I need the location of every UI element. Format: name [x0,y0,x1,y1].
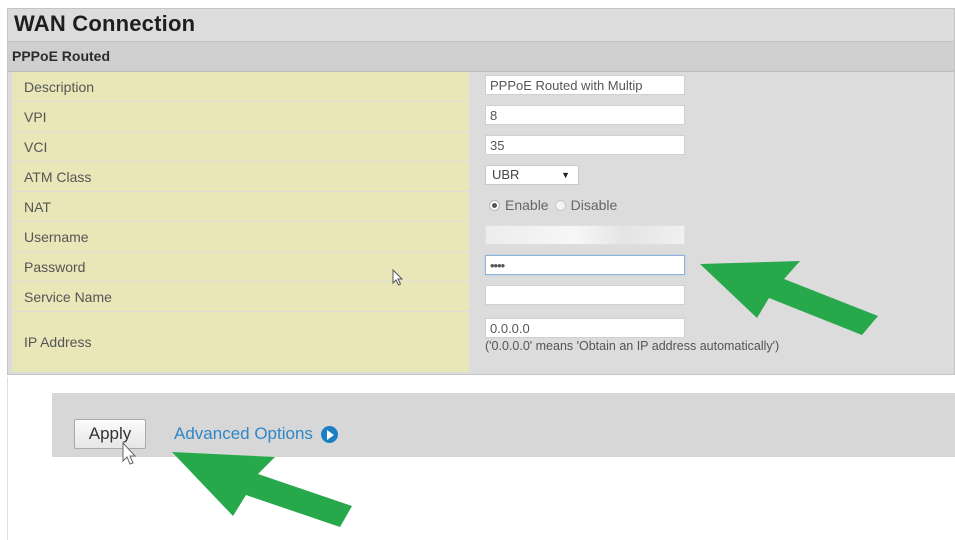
page-title: WAN Connection [14,11,196,36]
description-label: Description [12,72,469,101]
vci-value-cell [471,132,952,161]
password-input[interactable] [485,255,685,275]
wan-connection-panel: WAN Connection PPPoE Routed Description … [7,8,955,375]
section-title: PPPoE Routed [12,48,111,64]
service-name-label: Service Name [12,282,469,311]
atm-class-row: ATM Class UBR ▼ [12,162,952,192]
atm-class-label: ATM Class [12,162,469,191]
play-circle-icon [320,425,338,443]
service-name-value-cell [471,282,952,311]
nat-row: NAT Enable Disable [12,192,952,222]
username-row: Username [12,222,952,252]
atm-class-value-cell: UBR ▼ [471,162,952,191]
ip-address-label: IP Address [12,312,469,372]
actions-panel: Apply Advanced Options [7,377,955,540]
nat-label: NAT [12,192,469,221]
ip-address-row: IP Address ('0.0.0.0' means 'Obtain an I… [12,312,952,373]
vpi-label: VPI [12,102,469,131]
section-header: PPPoE Routed [8,42,954,72]
nat-disable-label: Disable [570,197,618,213]
ip-address-hint: ('0.0.0.0' means 'Obtain an IP address a… [485,339,780,353]
vpi-value-cell [471,102,952,131]
vpi-row: VPI [12,102,952,132]
ip-address-input[interactable] [485,318,685,338]
service-name-row: Service Name [12,282,952,312]
description-input[interactable] [485,75,685,95]
username-input[interactable] [485,225,685,245]
ip-address-value-cell: ('0.0.0.0' means 'Obtain an IP address a… [471,312,952,372]
password-value-cell [471,252,952,281]
vci-input[interactable] [485,135,685,155]
advanced-options-link[interactable]: Advanced Options [174,424,338,444]
vci-label: VCI [12,132,469,161]
username-value-cell [471,222,952,251]
vci-row: VCI [12,132,952,162]
username-label: Username [12,222,469,251]
dropdown-arrow-icon: ▼ [561,170,570,180]
vpi-input[interactable] [485,105,685,125]
description-value-cell [471,72,952,101]
nat-disable-radio[interactable] [554,199,566,211]
action-bar: Apply Advanced Options [52,393,955,457]
atm-class-selected: UBR [492,167,520,182]
nat-enable-radio[interactable] [489,199,500,211]
password-label: Password [12,252,469,281]
password-row: Password [12,252,952,282]
nat-enable-label: Enable [505,197,549,213]
apply-button[interactable]: Apply [74,419,146,449]
atm-class-select[interactable]: UBR ▼ [485,165,579,185]
advanced-options-label: Advanced Options [174,424,313,443]
nat-value-cell: Enable Disable [471,192,952,221]
description-row: Description [12,72,952,102]
nat-radio-group: Enable Disable [489,197,617,213]
service-name-input[interactable] [485,285,685,305]
